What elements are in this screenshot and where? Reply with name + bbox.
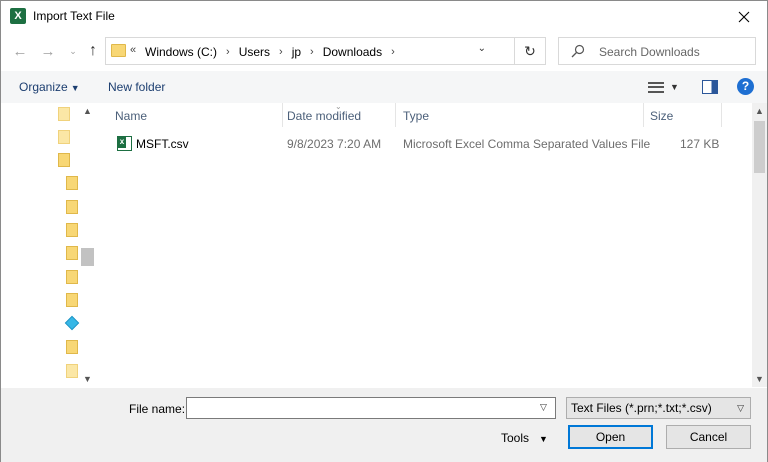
folder-icon[interactable] [66, 270, 78, 284]
navigation-pane-scrollbar[interactable]: ▲ ▼ [80, 103, 95, 387]
excel-app-icon: X [10, 8, 26, 24]
file-name-input[interactable] [186, 397, 556, 419]
breadcrumb-users[interactable]: Users [239, 45, 270, 59]
close-icon [738, 11, 750, 22]
chevron-right-icon[interactable]: › [391, 46, 395, 58]
up-button[interactable]: ↑ [83, 41, 103, 61]
column-type[interactable]: Type [403, 109, 429, 123]
window-title: Import Text File [33, 9, 115, 23]
excel-csv-file-icon [117, 136, 132, 151]
file-list: Name ⌄ Date modified Type Size MSFT.csv … [97, 102, 767, 387]
breadcrumb-downloads[interactable]: Downloads [323, 45, 382, 59]
chevron-down-icon: ▽ [737, 403, 744, 413]
caret-down-icon: ▼ [70, 83, 80, 93]
open-button[interactable]: Open [568, 425, 653, 449]
folder-icon[interactable] [66, 223, 78, 237]
file-name: MSFT.csv [136, 137, 189, 151]
navigation-bar: ← → ⌄ ↑ « Windows (C:) › Users › jp › Do… [1, 32, 767, 70]
recent-locations-button[interactable]: ⌄ [63, 41, 83, 61]
file-date-modified: 9/8/2023 7:20 AM [287, 137, 382, 151]
scroll-up-icon[interactable]: ▲ [83, 106, 92, 116]
folder-icon [111, 44, 126, 57]
details-view-icon [648, 81, 664, 93]
file-size: 127 KB [680, 137, 720, 151]
chevron-down-icon[interactable]: ▽ [540, 402, 547, 413]
column-header: Name ⌄ Date modified Type Size [97, 102, 752, 127]
dialog-footer: File name: ▽ Text Files (*.prn;*.txt;*.c… [1, 388, 767, 462]
search-icon [571, 44, 585, 58]
folder-icon[interactable] [66, 340, 78, 354]
folder-icon[interactable] [58, 153, 70, 167]
organize-label: Organize [19, 80, 68, 94]
command-toolbar: Organize ▼ New folder ▼ ? [1, 71, 767, 103]
folder-icon[interactable] [66, 200, 78, 214]
cancel-button[interactable]: Cancel [666, 425, 751, 449]
chevron-right-icon[interactable]: › [310, 46, 314, 58]
file-type-filter-select[interactable]: Text Files (*.prn;*.txt;*.csv) ▽ [566, 397, 751, 419]
folder-icon[interactable] [58, 107, 70, 121]
3d-objects-icon[interactable] [64, 315, 80, 331]
search-input[interactable]: Search Downloads [599, 45, 700, 59]
folder-icon[interactable] [66, 293, 78, 307]
new-folder-button[interactable]: New folder [108, 80, 165, 94]
refresh-button[interactable]: ↻ [515, 37, 546, 65]
scroll-down-icon[interactable]: ▼ [83, 374, 92, 384]
file-name-label: File name: [129, 402, 186, 416]
caret-down-icon: ▼ [539, 434, 548, 444]
folder-icon[interactable] [66, 246, 78, 260]
help-button[interactable]: ? [737, 78, 754, 95]
chevron-right-icon[interactable]: › [279, 46, 283, 58]
address-bar[interactable]: « Windows (C:) › Users › jp › Downloads … [105, 37, 515, 65]
close-button[interactable] [721, 1, 767, 32]
import-text-file-dialog: X Import Text File ← → ⌄ ↑ « Windows (C:… [0, 0, 768, 462]
column-divider[interactable] [395, 103, 396, 127]
column-divider[interactable] [721, 103, 722, 127]
breadcrumb-windows-c[interactable]: Windows (C:) [145, 45, 217, 59]
scrollbar-thumb[interactable] [754, 121, 765, 173]
file-type: Microsoft Excel Comma Separated Values F… [403, 137, 651, 151]
column-date-modified[interactable]: Date modified [287, 109, 361, 123]
file-list-scrollbar[interactable]: ▲ ▼ [752, 103, 767, 387]
caret-down-icon: ▼ [670, 82, 679, 92]
address-history-dropdown[interactable]: ⌄ [478, 43, 486, 54]
file-row[interactable]: MSFT.csv 9/8/2023 7:20 AM Microsoft Exce… [97, 133, 752, 155]
tools-button[interactable]: Tools ▼ [501, 431, 548, 445]
shortcut-folder-icon[interactable] [58, 130, 70, 144]
search-box[interactable]: Search Downloads [558, 37, 756, 65]
breadcrumb: Windows (C:) › Users › jp › Downloads › [145, 45, 404, 59]
scrollbar-thumb[interactable] [81, 248, 94, 266]
column-divider[interactable] [282, 103, 283, 127]
navigation-pane: ▲ ▼ [1, 103, 95, 387]
organize-button[interactable]: Organize ▼ [19, 80, 80, 94]
folder-icon[interactable] [66, 364, 78, 378]
address-overflow-button[interactable]: « [130, 44, 136, 56]
chevron-right-icon[interactable]: › [226, 46, 230, 58]
back-button[interactable]: ← [10, 41, 30, 61]
column-divider[interactable] [643, 103, 644, 127]
scroll-up-icon[interactable]: ▲ [755, 106, 764, 116]
tools-label: Tools [501, 431, 530, 445]
change-view-button[interactable]: ▼ [648, 79, 684, 95]
scroll-down-icon[interactable]: ▼ [755, 374, 764, 384]
file-type-filter-value: Text Files (*.prn;*.txt;*.csv) [571, 401, 712, 415]
title-bar: X Import Text File [1, 1, 767, 32]
preview-pane-button[interactable] [702, 80, 718, 94]
column-size[interactable]: Size [650, 109, 673, 123]
breadcrumb-jp[interactable]: jp [292, 45, 301, 59]
forward-button[interactable]: → [38, 41, 58, 61]
column-name[interactable]: Name [115, 109, 147, 123]
folder-icon[interactable] [66, 176, 78, 190]
